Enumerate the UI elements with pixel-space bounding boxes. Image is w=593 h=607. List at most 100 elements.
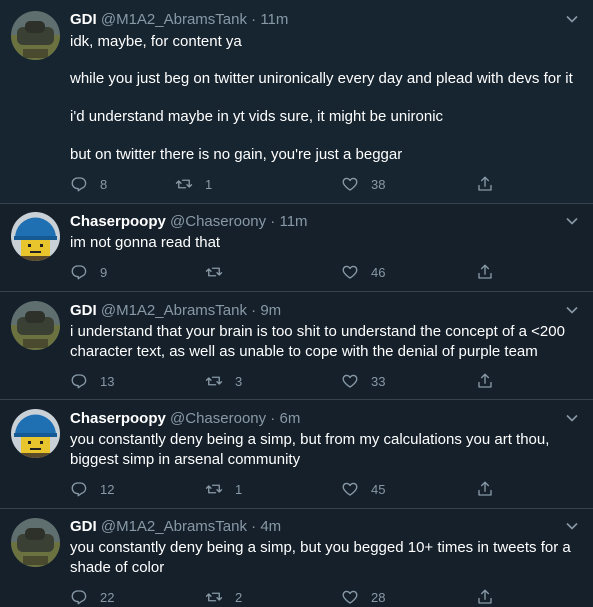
- retweet-icon: [205, 484, 223, 494]
- reply-icon: [71, 265, 87, 280]
- reply-count: 9: [100, 264, 108, 280]
- reply-button[interactable]: 9: [70, 262, 107, 282]
- tank-avatar-icon: [11, 518, 60, 567]
- tweet-header: GDI @M1A2_AbramsTank · 9m: [70, 301, 281, 321]
- retweet-icon: [205, 592, 223, 602]
- retweet-count: 3: [235, 373, 243, 389]
- heart-icon: [342, 265, 358, 279]
- reply-count: 22: [100, 589, 115, 605]
- like-button[interactable]: 38: [341, 174, 385, 194]
- tweet-text: im not gonna read that: [70, 233, 581, 253]
- avatar[interactable]: [11, 518, 60, 567]
- tweet-text: you constantly deny being a simp, but yo…: [70, 538, 581, 578]
- chevron-down-icon[interactable]: [565, 411, 579, 425]
- tweet-line: i understand that your brain is too shit…: [70, 323, 565, 360]
- like-count: 28: [371, 589, 386, 605]
- separator: ·: [246, 11, 261, 28]
- timestamp[interactable]: 6m: [279, 410, 300, 427]
- reply-icon: [71, 374, 87, 389]
- share-button[interactable]: [476, 262, 494, 282]
- username[interactable]: @Chaseroony: [170, 410, 266, 427]
- share-icon: [478, 373, 492, 388]
- username[interactable]: @Chaseroony: [170, 213, 266, 230]
- reply-button[interactable]: 13: [70, 371, 114, 391]
- like-button[interactable]: 33: [341, 371, 385, 391]
- retweet-count: 2: [235, 589, 243, 605]
- display-name[interactable]: GDI: [70, 302, 97, 319]
- chevron-down-icon[interactable]: [565, 303, 579, 317]
- display-name[interactable]: Chaserpoopy: [70, 213, 166, 230]
- tweet-line: but on twitter there is no gain, you're …: [70, 146, 403, 163]
- timestamp[interactable]: 9m: [260, 302, 281, 319]
- retweet-button[interactable]: 3: [205, 371, 242, 391]
- tweet[interactable]: GDI @M1A2_AbramsTank · 4m you constantly…: [0, 509, 593, 605]
- avatar[interactable]: [11, 409, 60, 458]
- retweet-count: 1: [205, 176, 213, 192]
- reply-icon: [71, 590, 87, 605]
- share-button[interactable]: [476, 371, 494, 391]
- blue-helmet-avatar-icon: [11, 212, 60, 261]
- retweet-button[interactable]: [205, 262, 235, 282]
- reply-button[interactable]: 22: [70, 587, 114, 607]
- retweet-button[interactable]: 1: [205, 479, 242, 499]
- share-icon: [478, 589, 492, 604]
- tweet-actions: 12 1 45: [70, 479, 500, 499]
- chevron-down-icon[interactable]: [565, 214, 579, 228]
- username[interactable]: @M1A2_AbramsTank: [101, 11, 247, 28]
- heart-icon: [342, 482, 358, 496]
- retweet-icon: [205, 267, 223, 277]
- like-button[interactable]: 28: [341, 587, 385, 607]
- tweet-header: Chaserpoopy @Chaseroony · 11m: [70, 212, 308, 232]
- tank-avatar-icon: [11, 11, 60, 60]
- tweet-text: i understand that your brain is too shit…: [70, 322, 581, 362]
- timestamp[interactable]: 11m: [260, 11, 288, 28]
- reply-icon: [71, 177, 87, 192]
- like-button[interactable]: 45: [341, 479, 385, 499]
- retweet-icon: [205, 376, 223, 386]
- timestamp[interactable]: 11m: [279, 213, 307, 230]
- like-button[interactable]: 46: [341, 262, 385, 282]
- blue-helmet-avatar-icon: [11, 409, 60, 458]
- avatar[interactable]: [11, 212, 60, 261]
- share-icon: [478, 264, 492, 279]
- display-name[interactable]: Chaserpoopy: [70, 410, 166, 427]
- like-count: 46: [371, 264, 386, 280]
- share-icon: [478, 481, 492, 496]
- share-button[interactable]: [476, 587, 494, 607]
- chevron-down-icon[interactable]: [565, 519, 579, 533]
- tweet-actions: 9 46: [70, 262, 500, 282]
- display-name[interactable]: GDI: [70, 518, 97, 535]
- reply-count: 13: [100, 373, 115, 389]
- tweet[interactable]: Chaserpoopy @Chaseroony · 11m im not gon…: [0, 204, 593, 291]
- separator: ·: [246, 518, 261, 535]
- tweet[interactable]: Chaserpoopy @Chaseroony · 6m you constan…: [0, 400, 593, 508]
- share-icon: [478, 176, 492, 191]
- username[interactable]: @M1A2_AbramsTank: [101, 518, 247, 535]
- timestamp[interactable]: 4m: [260, 518, 281, 535]
- tweet[interactable]: GDI @M1A2_AbramsTank · 11m idk, maybe, f…: [0, 0, 593, 203]
- separator: ·: [246, 302, 261, 319]
- username[interactable]: @M1A2_AbramsTank: [101, 302, 247, 319]
- tweet-actions: 13 3 33: [70, 371, 500, 391]
- heart-icon: [342, 374, 358, 388]
- reply-count: 8: [100, 176, 108, 192]
- retweet-button[interactable]: 2: [205, 587, 242, 607]
- tweet-line: idk, maybe, for content ya: [70, 33, 242, 50]
- reply-button[interactable]: 12: [70, 479, 114, 499]
- share-button[interactable]: [476, 174, 494, 194]
- avatar[interactable]: [11, 11, 60, 60]
- tweet-header: Chaserpoopy @Chaseroony · 6m: [70, 409, 300, 429]
- display-name[interactable]: GDI: [70, 11, 97, 28]
- tweet-text: you constantly deny being a simp, but fr…: [70, 430, 581, 470]
- tweet[interactable]: GDI @M1A2_AbramsTank · 9m i understand t…: [0, 292, 593, 399]
- tank-avatar-icon: [11, 301, 60, 350]
- like-count: 38: [371, 176, 386, 192]
- retweet-icon: [175, 179, 193, 189]
- retweet-button[interactable]: 1: [175, 174, 212, 194]
- reply-button[interactable]: 8: [70, 174, 107, 194]
- share-button[interactable]: [476, 479, 494, 499]
- avatar[interactable]: [11, 301, 60, 350]
- tweet-actions: 22 2 28: [70, 587, 500, 607]
- like-count: 45: [371, 481, 386, 497]
- chevron-down-icon[interactable]: [565, 12, 579, 26]
